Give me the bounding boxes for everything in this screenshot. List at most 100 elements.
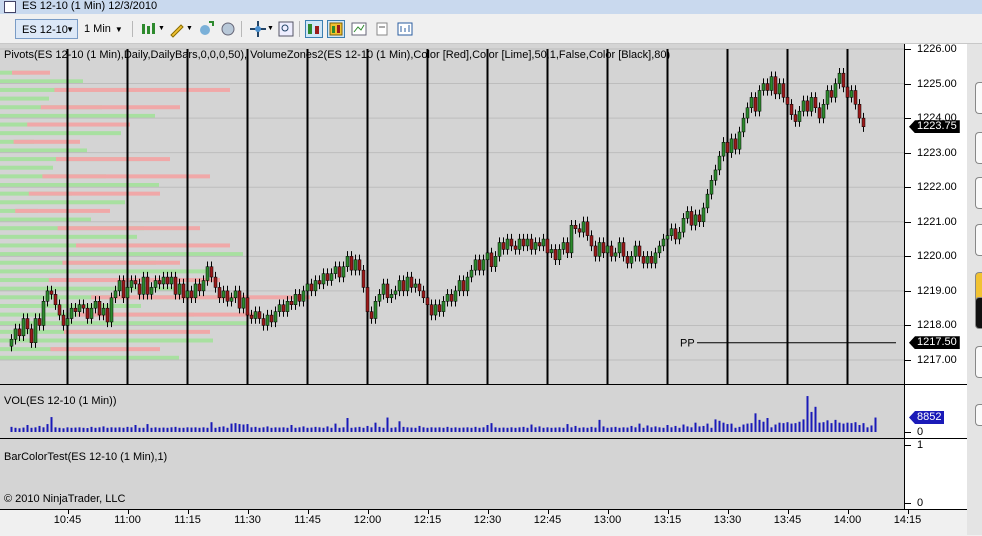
volume-bar: [202, 427, 205, 432]
candle: [505, 233, 510, 255]
volume-bar: [774, 424, 777, 432]
candle: [497, 237, 502, 262]
candle: [769, 71, 774, 96]
volume-bar: [582, 427, 585, 432]
side-tab-button[interactable]: [975, 177, 982, 209]
volume-bar: [762, 421, 765, 432]
volume-bar: [50, 417, 53, 432]
candle-body: [713, 169, 718, 181]
candle-body: [745, 107, 750, 119]
volume-bar: [166, 427, 169, 432]
barcolor-panel[interactable]: BarColorTest(ES 12-10 (1 Min),1) © 2010 …: [0, 439, 904, 509]
candle: [325, 268, 330, 286]
volume-bar: [14, 427, 17, 432]
volume-chart[interactable]: [0, 385, 904, 438]
side-tab-button[interactable]: [975, 82, 982, 114]
candle-body: [657, 245, 662, 254]
volume-panel[interactable]: VOL(ES 12-10 (1 Min)): [0, 385, 904, 438]
volume-bar: [674, 425, 677, 432]
volume-bar: [402, 426, 405, 432]
candle-body: [113, 290, 118, 299]
add-indicator-icon[interactable]: [197, 20, 215, 38]
volume-bar: [82, 427, 85, 432]
chart-style-icon[interactable]: [396, 20, 414, 38]
time-axis[interactable]: 10:45 11:00 11:15 11:30 11:45 12:00 12:15 12:30…: [0, 509, 967, 536]
volume-bar: [170, 427, 173, 432]
volume-bar: [394, 427, 397, 432]
candle: [825, 85, 830, 110]
chevron-down-icon[interactable]: ▼: [267, 25, 274, 32]
candle: [817, 102, 822, 124]
candle-body: [693, 214, 698, 226]
candle-body: [365, 287, 370, 312]
volume-bar: [266, 426, 269, 432]
volume-bar: [138, 427, 141, 432]
candle-body: [289, 301, 294, 305]
pencil-draw-icon[interactable]: [168, 20, 186, 38]
chart-trader-icon[interactable]: [305, 20, 323, 38]
candle-body: [841, 72, 846, 88]
copy-icon[interactable]: [373, 20, 391, 38]
zoom-icon[interactable]: [277, 20, 295, 38]
chart-properties-icon[interactable]: [350, 20, 368, 38]
side-tab-button[interactable]: [975, 224, 982, 256]
volume-bar: [726, 424, 729, 432]
candle-body: [493, 256, 498, 267]
side-tab-button[interactable]: [975, 132, 982, 164]
time-x-label: 12:15: [413, 514, 442, 526]
chevron-down-icon[interactable]: ▼: [186, 25, 193, 32]
timeframe-selector[interactable]: 1 Min ▼: [84, 19, 123, 39]
candle: [533, 237, 538, 255]
candle-body: [317, 280, 322, 285]
bars-chart-icon[interactable]: [140, 20, 158, 38]
volume-bar: [810, 411, 813, 432]
window-title: ES 12-10 (1 Min) 12/3/2010: [22, 0, 158, 12]
chevron-down-icon[interactable]: ▼: [158, 25, 165, 32]
candle: [161, 271, 166, 290]
crosshair-icon[interactable]: [249, 20, 267, 38]
volume-y-axis[interactable]: 0 8852: [904, 385, 967, 438]
side-tab-button[interactable]: [975, 297, 982, 329]
volume-bar: [306, 427, 309, 432]
volume-bar: [474, 426, 477, 432]
volume-bar: [434, 427, 437, 432]
volume-bar: [482, 427, 485, 432]
candle: [229, 292, 234, 307]
candle-body: [573, 224, 578, 229]
candle-body: [829, 90, 834, 98]
volume-bar: [862, 423, 865, 432]
candle-body: [541, 238, 546, 247]
candle: [109, 292, 114, 328]
candle: [369, 306, 374, 324]
price-y-axis[interactable]: 1226.00 1225.00 1224.00 1223.00 1222.00 1221.…: [904, 43, 967, 384]
candle: [657, 240, 662, 259]
candle: [433, 299, 438, 321]
volume-bar: [382, 427, 385, 432]
volume-bar: [590, 426, 593, 432]
candle: [737, 126, 742, 155]
volume-bar: [442, 427, 445, 432]
price-chart[interactable]: PP: [0, 44, 904, 384]
volume-bar: [662, 427, 665, 432]
volume-bar: [502, 427, 505, 432]
instrument-selector[interactable]: ES 12-10 ▼: [15, 19, 78, 39]
data-box-icon[interactable]: [327, 20, 345, 38]
volume-bar: [518, 427, 521, 432]
candle: [265, 309, 270, 331]
chart-toolbar: ES 12-10 ▼ 1 Min ▼ ▼ ▼ ▼: [0, 15, 982, 44]
candle-body: [141, 276, 146, 295]
candle-body: [689, 211, 694, 226]
barcolor-y-axis[interactable]: 1 0: [904, 439, 967, 509]
volume-bar: [130, 427, 133, 432]
side-tab-button[interactable]: [975, 404, 982, 426]
candle-body: [77, 304, 82, 312]
volume-bar: [594, 427, 597, 432]
candle-body: [389, 294, 394, 299]
candle-body: [577, 228, 582, 233]
strategies-icon[interactable]: [219, 20, 237, 38]
side-tab-button[interactable]: [975, 346, 982, 378]
candle: [221, 285, 226, 303]
candle-body: [597, 242, 602, 257]
volume-bar: [174, 426, 177, 432]
price-panel[interactable]: PP Pivots(ES 12-10 (1 Min),Daily,DailyBa…: [0, 44, 904, 384]
